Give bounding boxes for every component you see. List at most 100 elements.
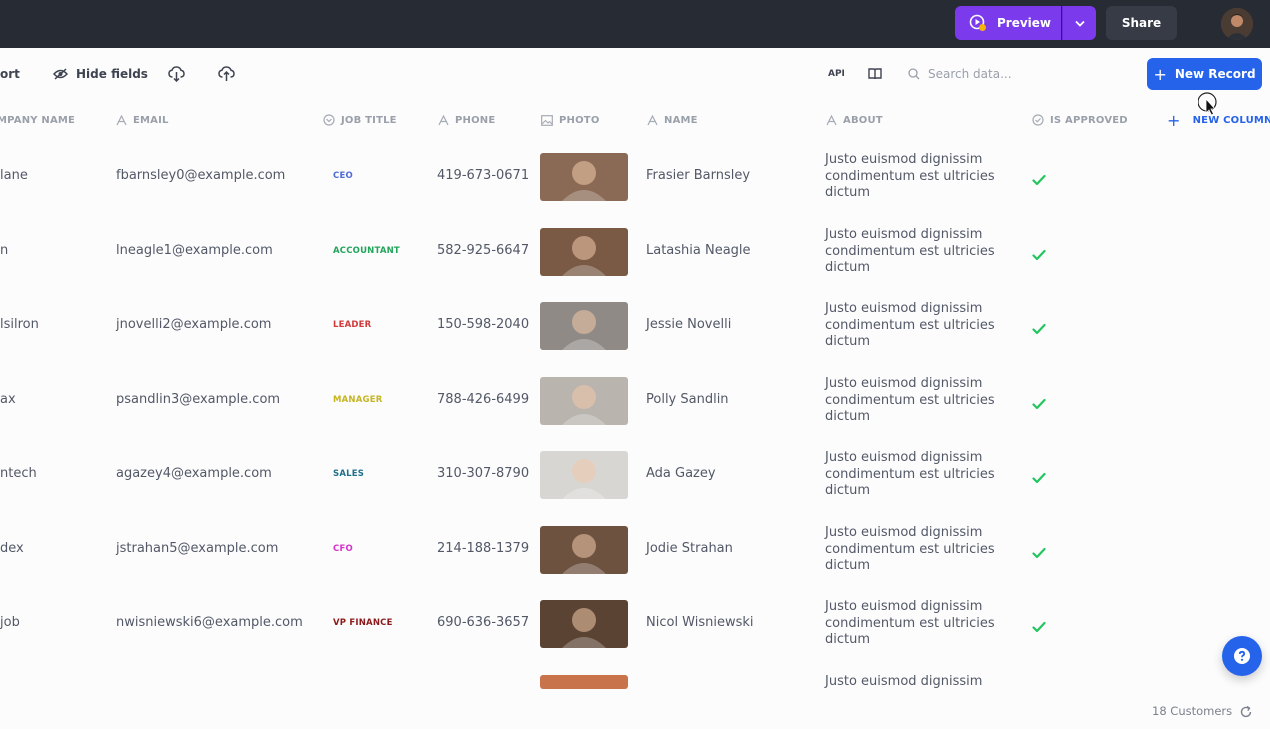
row-about[interactable]: Justo euismod dignissim condimentum est … (825, 227, 1015, 277)
row-name[interactable]: Ada Gazey (646, 466, 716, 481)
search-box[interactable] (908, 60, 1108, 88)
record-count: 18 Customers (1152, 704, 1233, 718)
row-name[interactable]: Frasier Barnsley (646, 168, 750, 183)
job-title-badge[interactable]: CEO (333, 171, 353, 181)
row-company[interactable]: dex (0, 541, 24, 556)
row-photo[interactable] (540, 153, 628, 201)
sort-button[interactable]: ort (0, 48, 20, 100)
api-button[interactable]: API (828, 48, 845, 100)
approved-check-icon[interactable] (1032, 320, 1046, 335)
row-email[interactable]: jnovelli2@example.com (116, 317, 271, 332)
row-phone[interactable]: 150-598-2040 (437, 317, 529, 332)
row-phone[interactable]: 582-925-6647 (437, 243, 529, 258)
user-avatar[interactable] (1221, 8, 1253, 40)
download-button[interactable] (168, 48, 185, 100)
approved-check-icon[interactable] (1032, 171, 1046, 186)
row-about[interactable]: Justo euismod dignissim condimentum est … (825, 450, 1015, 500)
refresh-button[interactable] (1239, 704, 1255, 720)
row-company[interactable]: lane (0, 168, 28, 183)
about-line: condimentum est ultricies (825, 243, 995, 259)
about-line: dictum (825, 185, 871, 200)
row-email[interactable]: lneagle1@example.com (116, 243, 273, 258)
preview-button[interactable]: Preview (955, 6, 1061, 40)
approved-check-icon[interactable] (1032, 618, 1046, 633)
row-company[interactable]: ax (0, 392, 16, 407)
job-title-badge[interactable]: CFO (333, 544, 353, 554)
hide-fields-button[interactable]: Hide fields (53, 48, 148, 100)
row-company[interactable]: ntech (0, 466, 37, 481)
row-email[interactable]: agazey4@example.com (116, 466, 272, 481)
share-button[interactable]: Share (1106, 6, 1177, 40)
row-photo[interactable] (540, 228, 628, 276)
row-name[interactable]: Nicol Wisniewski (646, 615, 754, 630)
row-about[interactable]: Justo euismod dignissim condimentum est … (825, 376, 1015, 426)
job-title-badge[interactable]: ACCOUNTANT (333, 246, 400, 256)
column-header-is-approved[interactable]: IS APPROVED (1032, 108, 1128, 132)
job-title-badge[interactable]: LEADER (333, 320, 371, 330)
row-name[interactable]: Latashia Neagle (646, 243, 751, 258)
about-line: dictum (825, 558, 871, 573)
company-text: n (0, 243, 9, 258)
row-phone[interactable]: 419-673-0671 (437, 168, 529, 183)
job-title-badge[interactable]: VP FINANCE (333, 618, 393, 628)
row-email[interactable]: nwisniewski6@example.com (116, 615, 303, 630)
row-phone[interactable]: 310-307-8790 (437, 466, 529, 481)
row-photo[interactable] (540, 675, 628, 689)
approved-check-icon[interactable] (1032, 246, 1046, 261)
about-line: condimentum est ultricies (825, 466, 995, 482)
row-photo[interactable] (540, 377, 628, 425)
sort-label: ort (0, 67, 20, 81)
row-about[interactable]: Justo euismod dignissim condimentum est … (825, 525, 1015, 575)
row-phone[interactable]: 214-188-1379 (437, 541, 529, 556)
docs-button[interactable] (868, 48, 882, 100)
approved-check-icon[interactable] (1032, 395, 1046, 410)
row-phone[interactable]: 690-636-3657 (437, 615, 529, 630)
company-text: ax (0, 392, 16, 407)
row-phone[interactable]: 788-426-6499 (437, 392, 529, 407)
about-line: condimentum est ultricies (825, 168, 995, 184)
job-title-badge[interactable]: MANAGER (333, 395, 382, 405)
column-header-photo[interactable]: PHOTO (541, 108, 600, 132)
row-company[interactable]: lsilron (0, 317, 39, 332)
about-line: dictum (825, 632, 871, 647)
new-column-button[interactable]: + NEW COLUMN (1167, 108, 1270, 132)
column-header-email[interactable]: EMAIL (116, 108, 169, 132)
row-email[interactable]: fbarnsley0@example.com (116, 168, 285, 183)
row-photo[interactable] (540, 526, 628, 574)
search-input[interactable] (928, 67, 1098, 81)
row-photo[interactable] (540, 302, 628, 350)
row-email[interactable]: psandlin3@example.com (116, 392, 280, 407)
column-header-about[interactable]: ABOUT (826, 108, 883, 132)
column-header-company[interactable]: MPANY NAME (0, 108, 75, 132)
row-about[interactable]: Justo euismod dignissim (825, 674, 1015, 691)
row-photo[interactable] (540, 451, 628, 499)
row-name[interactable]: Polly Sandlin (646, 392, 729, 407)
approved-check-icon[interactable] (1032, 544, 1046, 559)
preview-dropdown-button[interactable] (1062, 6, 1096, 40)
approved-check-icon[interactable] (1032, 469, 1046, 484)
about-line: Justo euismod dignissim (825, 152, 983, 167)
row-name[interactable]: Jodie Strahan (646, 541, 733, 556)
new-record-button[interactable]: + New Record (1147, 58, 1262, 90)
row-about[interactable]: Justo euismod dignissim condimentum est … (825, 599, 1015, 649)
row-email[interactable]: jstrahan5@example.com (116, 541, 278, 556)
upload-button[interactable] (218, 48, 235, 100)
image-icon (541, 114, 553, 126)
column-header-phone[interactable]: PHONE (438, 108, 495, 132)
column-header-job-title[interactable]: JOB TITLE (323, 108, 397, 132)
row-about[interactable]: Justo euismod dignissim condimentum est … (825, 152, 1015, 202)
column-header-name[interactable]: NAME (647, 108, 698, 132)
row-photo[interactable] (540, 600, 628, 648)
row-company[interactable]: n (0, 243, 8, 258)
row-about[interactable]: Justo euismod dignissim condimentum est … (825, 301, 1015, 351)
row-name[interactable]: Jessie Novelli (646, 317, 731, 332)
row-company[interactable]: job (0, 615, 20, 630)
column-label-company: MPANY NAME (0, 114, 76, 126)
column-label-email: EMAIL (133, 114, 169, 126)
email-text: jstrahan5@example.com (116, 541, 279, 556)
help-button[interactable] (1222, 636, 1262, 676)
cloud-upload-icon (218, 66, 235, 81)
checkbox-field-icon (1032, 114, 1044, 126)
about-line: Justo euismod dignissim (825, 674, 983, 689)
job-title-badge[interactable]: SALES (333, 469, 364, 479)
